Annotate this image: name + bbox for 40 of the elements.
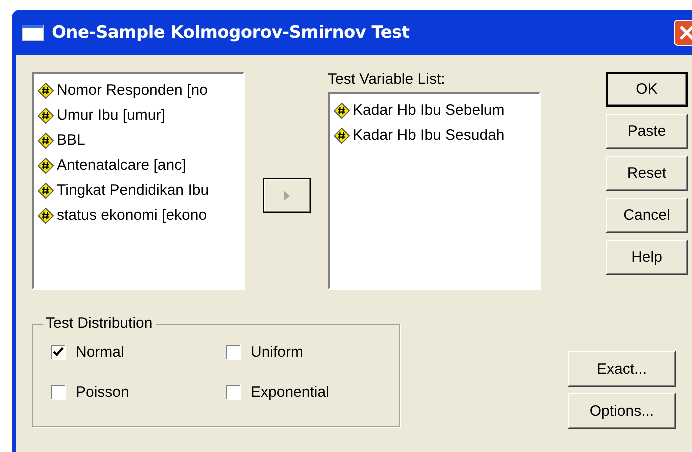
- checkbox[interactable]: [51, 384, 66, 400]
- variable-item[interactable]: BBL: [57, 132, 86, 149]
- variable-item[interactable]: Nomor Responden [no: [57, 82, 208, 99]
- distribution-checkbox[interactable]: Uniform: [226, 340, 396, 364]
- numeric-variable-icon: [334, 102, 350, 118]
- dialog-button[interactable]: Exact...: [568, 351, 676, 387]
- numeric-variable-icon: [38, 82, 54, 98]
- checkbox[interactable]: [226, 344, 241, 360]
- numeric-variable-icon: [334, 128, 350, 144]
- variable-item[interactable]: Tingkat Pendidikan Ibu: [57, 182, 210, 199]
- variable-item[interactable]: Umur Ibu [umur]: [57, 107, 166, 124]
- numeric-variable-icon: [38, 208, 54, 224]
- triangle-right-icon: [282, 190, 290, 202]
- numeric-variable-icon: [38, 108, 54, 124]
- move-right-button[interactable]: [262, 178, 310, 213]
- dialog-button[interactable]: Paste: [606, 114, 688, 149]
- numeric-variable-icon: [38, 158, 54, 174]
- test-variable-list[interactable]: Kadar Hb Ibu Sebelum Kadar Hb Ibu Sesudah: [328, 92, 541, 290]
- distribution-checkbox[interactable]: Exponential: [226, 380, 396, 404]
- window-title: One-Sample Kolmogorov-Smirnov Test: [52, 22, 410, 42]
- close-icon: [679, 24, 692, 40]
- dialog-button[interactable]: OK: [606, 72, 688, 107]
- dialog-button[interactable]: Help: [606, 240, 688, 275]
- distribution-checkbox[interactable]: Normal: [51, 340, 226, 364]
- variable-item[interactable]: status ekonomi [ekono: [57, 207, 208, 224]
- window-icon: [22, 24, 44, 40]
- variable-item[interactable]: Kadar Hb Ibu Sebelum: [353, 102, 505, 119]
- dialog-button[interactable]: Cancel: [606, 198, 688, 233]
- numeric-variable-icon: [38, 182, 54, 198]
- distribution-checkbox[interactable]: Poisson: [51, 380, 226, 404]
- dialog-button[interactable]: Reset: [606, 156, 688, 191]
- variable-item[interactable]: Kadar Hb Ibu Sesudah: [353, 127, 505, 144]
- list-label: Test Variable List:: [328, 72, 446, 90]
- variable-item[interactable]: Antenatalcare [anc]: [57, 157, 186, 174]
- checkbox[interactable]: [51, 344, 66, 360]
- checkbox[interactable]: [226, 384, 241, 400]
- check-icon: [53, 347, 64, 357]
- source-variable-list[interactable]: Nomor Responden [no Umur Ibu [umur] BBL Antenatalcare [anc] Tingkat Pendidikan Ibu status ekonomi [ekono: [32, 72, 245, 290]
- dialog-button[interactable]: Options...: [568, 393, 676, 429]
- numeric-variable-icon: [38, 132, 54, 148]
